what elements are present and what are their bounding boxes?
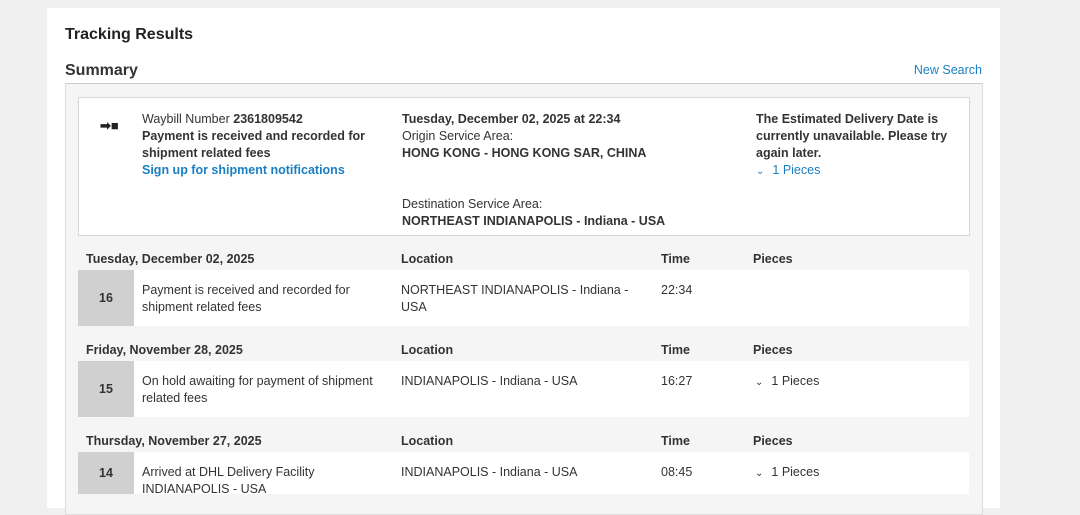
- pieces-column-header: Pieces: [753, 434, 793, 448]
- event-number: 15: [78, 361, 134, 417]
- day-header: Friday, November 28, 2025 Location Time …: [78, 334, 969, 363]
- pieces-column-header: Pieces: [753, 343, 793, 357]
- chevron-down-icon: ⌄: [755, 377, 764, 388]
- day-date: Tuesday, December 02, 2025: [86, 252, 255, 266]
- location-column-header: Location: [401, 434, 454, 448]
- event-row: 15 On hold awaiting for payment of shipm…: [78, 361, 969, 417]
- status-line-1: Payment is received and recorded for: [142, 129, 366, 143]
- page-title: Tracking Results: [65, 26, 194, 43]
- event-row: 16 Payment is received and recorded for …: [78, 270, 969, 326]
- event-location-line: NORTHEAST INDIANAPOLIS - Indiana -: [401, 283, 629, 297]
- status-line-2: shipment related fees: [142, 146, 271, 160]
- event-description-line: related fees: [142, 391, 208, 405]
- day-date: Thursday, November 27, 2025: [86, 434, 262, 448]
- time-column-header: Time: [661, 434, 690, 448]
- event-location-line: USA: [401, 300, 427, 314]
- event-location: INDIANAPOLIS - Indiana - USA: [401, 465, 578, 479]
- day-date: Friday, November 28, 2025: [86, 343, 243, 357]
- event-description: On hold awaiting for payment of shipment…: [142, 373, 373, 407]
- event-description-line: shipment related fees: [142, 300, 262, 314]
- summary-pieces-label: 1 Pieces: [772, 163, 821, 177]
- edd-line-3: again later.: [756, 146, 822, 160]
- event-time: 08:45: [661, 465, 693, 479]
- event-description-line: INDIANAPOLIS - USA: [142, 482, 267, 496]
- time-column-header: Time: [661, 343, 690, 357]
- day-header: Tuesday, December 02, 2025 Location Time…: [78, 243, 969, 272]
- signup-notifications-link[interactable]: Sign up for shipment notifications: [142, 162, 365, 179]
- delivery-date-column: The Estimated Delivery Date is currently…: [756, 111, 947, 180]
- edd-line-1: The Estimated Delivery Date is: [756, 112, 939, 126]
- event-pieces-label: 1 Pieces: [771, 465, 820, 479]
- event-number: 14: [78, 452, 134, 494]
- event-description-line: Arrived at DHL Delivery Facility: [142, 465, 315, 479]
- location-column-header: Location: [401, 252, 454, 266]
- summary-datetime: Tuesday, December 02, 2025 at 22:34: [402, 112, 621, 126]
- summary-pieces-toggle[interactable]: ⌄ 1 Pieces: [756, 162, 947, 180]
- event-description: Arrived at DHL Delivery Facility INDIANA…: [142, 464, 315, 498]
- time-column-header: Time: [661, 252, 690, 266]
- waybill-label: Waybill Number: [142, 112, 230, 126]
- waybill-column: Waybill Number 2361809542 Payment is rec…: [142, 111, 365, 179]
- event-description: Payment is received and recorded for shi…: [142, 282, 350, 316]
- shipment-arrow-icon: ➡■: [100, 118, 119, 133]
- chevron-down-icon: ⌄: [755, 468, 764, 479]
- event-row: 14 Arrived at DHL Delivery Facility INDI…: [78, 452, 969, 496]
- event-pieces-label: 1 Pieces: [771, 374, 820, 388]
- event-description-line: Payment is received and recorded for: [142, 283, 350, 297]
- pieces-column-header: Pieces: [753, 252, 793, 266]
- event-pieces-toggle[interactable]: ⌄ 1 Pieces: [755, 464, 819, 482]
- waybill-number: 2361809542: [233, 112, 303, 126]
- chevron-down-icon: ⌄: [756, 166, 765, 177]
- location-column-header: Location: [401, 343, 454, 357]
- day-header: Thursday, November 27, 2025 Location Tim…: [78, 425, 969, 454]
- event-pieces-toggle[interactable]: ⌄ 1 Pieces: [755, 373, 819, 391]
- event-location: NORTHEAST INDIANAPOLIS - Indiana - USA: [401, 282, 628, 316]
- event-time: 16:27: [661, 374, 693, 388]
- event-time: 22:34: [661, 283, 693, 297]
- summary-heading: Summary: [65, 62, 138, 79]
- destination-value: NORTHEAST INDIANAPOLIS - Indiana - USA: [402, 214, 666, 228]
- service-area-column: Tuesday, December 02, 2025 at 22:34 Orig…: [402, 111, 665, 230]
- event-description-line: On hold awaiting for payment of shipment: [142, 374, 373, 388]
- origin-label: Origin Service Area:: [402, 129, 514, 143]
- new-search-link[interactable]: New Search: [914, 63, 982, 77]
- destination-label: Destination Service Area:: [402, 197, 543, 211]
- origin-value: HONG KONG - HONG KONG SAR, CHINA: [402, 146, 647, 160]
- event-number: 16: [78, 270, 134, 326]
- event-location: INDIANAPOLIS - Indiana - USA: [401, 374, 578, 388]
- edd-line-2: currently unavailable. Please try: [756, 129, 948, 143]
